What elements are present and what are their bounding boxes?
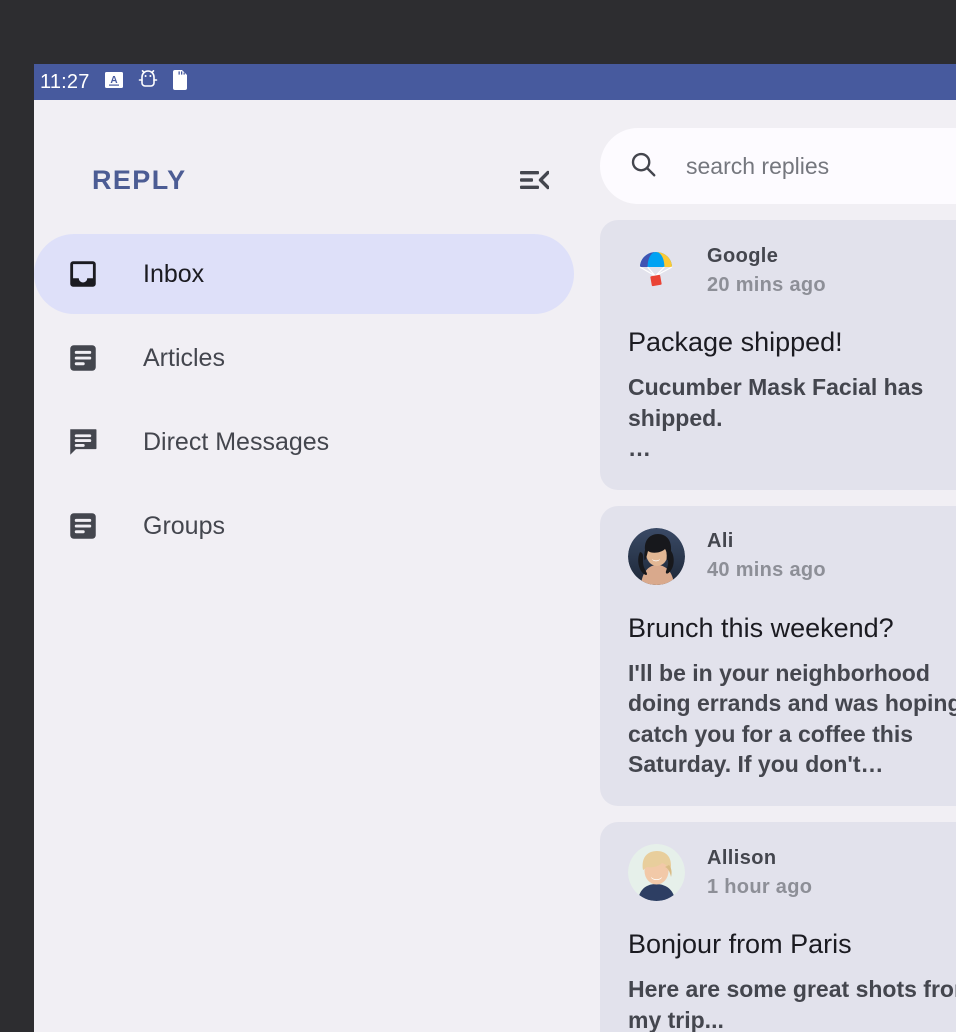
mail-sender: Ali <box>707 530 826 553</box>
mail-snippet: Here are some great shots from my trip..… <box>628 974 956 1032</box>
svg-text:A: A <box>110 75 117 86</box>
search-bar[interactable]: search replies <box>600 128 956 204</box>
mail-snippet: Cucumber Mask Facial has shipped. … <box>628 372 956 464</box>
avatar <box>628 844 685 901</box>
search-input[interactable]: search replies <box>686 153 829 180</box>
mail-header: Google 20 mins ago <box>628 242 956 299</box>
avatar <box>628 528 685 585</box>
sidebar-item-direct-messages[interactable]: Direct Messages <box>34 402 574 482</box>
mail-sender: Allison <box>707 847 812 870</box>
sidebar-item-groups[interactable]: Groups <box>34 486 574 566</box>
chat-bubble-icon <box>62 421 104 463</box>
status-bar: 11:27 A <box>34 64 956 100</box>
android-debug-icon <box>138 69 158 96</box>
mail-subject: Brunch this weekend? <box>628 613 956 644</box>
mail-timestamp: 20 mins ago <box>707 274 826 297</box>
mail-list-pane: search replies Google <box>600 100 956 1032</box>
nav-header: REPLY <box>34 150 600 210</box>
mail-timestamp: 40 mins ago <box>707 559 826 582</box>
avatar <box>628 242 685 299</box>
nav-list: Inbox Articles <box>34 234 600 566</box>
menu-open-icon[interactable] <box>512 160 556 200</box>
status-bar-clock: 11:27 <box>40 71 90 94</box>
sidebar-item-label: Groups <box>143 512 225 541</box>
app-title: REPLY <box>92 165 512 196</box>
mail-meta: Google 20 mins ago <box>707 245 826 297</box>
mail-list-item[interactable]: Allison 1 hour ago Bonjour from Paris He… <box>600 822 956 1032</box>
mail-timestamp: 1 hour ago <box>707 876 812 899</box>
mail-list-item[interactable]: Ali 40 mins ago Brunch this weekend? I'l… <box>600 506 956 806</box>
sidebar-item-label: Articles <box>143 344 225 373</box>
mail-sender: Google <box>707 245 826 268</box>
mail-subject: Package shipped! <box>628 327 956 358</box>
mail-meta: Ali 40 mins ago <box>707 530 826 582</box>
sd-card-icon <box>172 69 190 96</box>
mail-header: Ali 40 mins ago <box>628 528 956 585</box>
mail-header: Allison 1 hour ago <box>628 844 956 901</box>
sidebar-item-label: Inbox <box>143 260 204 289</box>
alphabet-mode-icon: A <box>104 70 124 95</box>
mail-meta: Allison 1 hour ago <box>707 847 812 899</box>
device-screen: 11:27 A <box>34 64 956 1032</box>
mail-subject: Bonjour from Paris <box>628 929 956 960</box>
inbox-icon <box>62 253 104 295</box>
article-icon <box>62 505 104 547</box>
mail-list-item[interactable]: Google 20 mins ago Package shipped! Cucu… <box>600 220 956 490</box>
search-icon <box>628 149 658 184</box>
sidebar-item-label: Direct Messages <box>143 428 329 457</box>
sidebar-item-articles[interactable]: Articles <box>34 318 574 398</box>
navigation-rail: REPLY Inbo <box>34 100 600 1032</box>
article-icon <box>62 337 104 379</box>
sidebar-item-inbox[interactable]: Inbox <box>34 234 574 314</box>
mail-snippet: I'll be in your neighborhood doing erran… <box>628 658 956 780</box>
